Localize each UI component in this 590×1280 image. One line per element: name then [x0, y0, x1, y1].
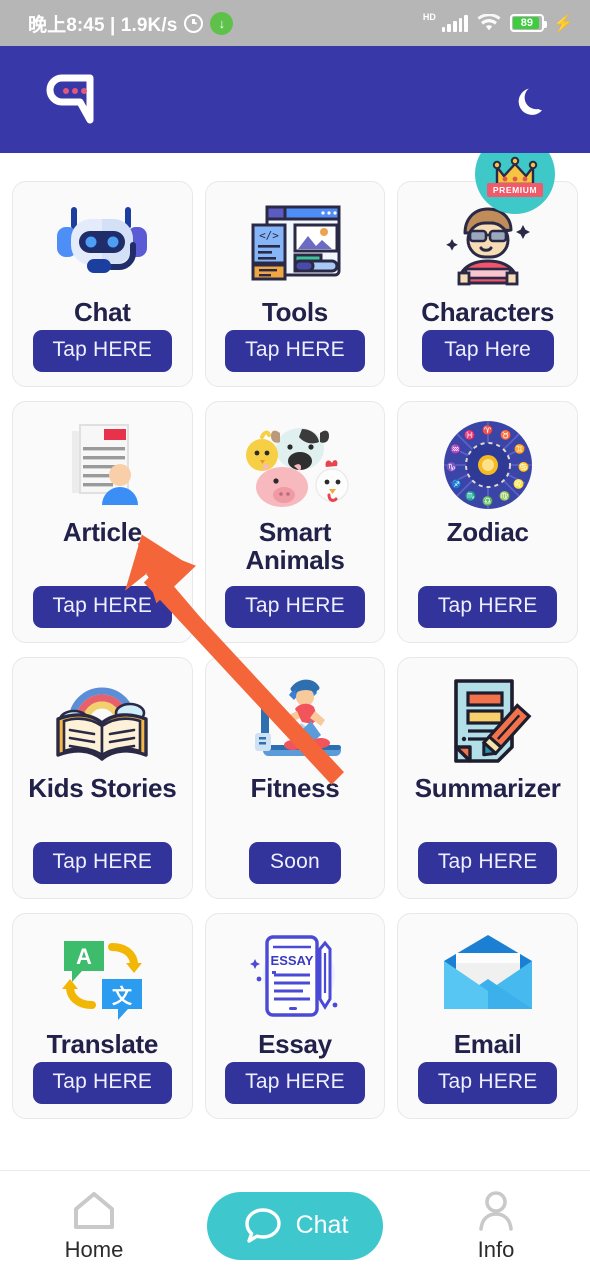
svg-text:</>: </> [259, 229, 279, 242]
translate-bubbles-icon: A 文 [50, 930, 154, 1024]
svg-text:♏: ♏ [465, 490, 476, 501]
zodiac-tap-here-button[interactable]: Tap HERE [417, 586, 558, 628]
alarm-icon [184, 13, 204, 33]
person-icon [479, 1190, 513, 1231]
card-title: Smart Animals [245, 517, 345, 576]
card-title: Characters [421, 297, 555, 327]
essay-pen-icon: ESSAY [243, 930, 347, 1024]
card-title: Tools [262, 297, 328, 327]
chat-tap-here-button[interactable]: Tap HERE [32, 330, 173, 372]
premium-label: PREMIUM [486, 183, 544, 197]
card-smart-animals[interactable]: Smart Animals Tap HERE [204, 401, 386, 643]
document-person-icon [50, 418, 154, 512]
status-bar-right: HD 89 ⚡ [422, 12, 574, 33]
nav-label: Chat [295, 1211, 349, 1239]
card-title: Kids Stories [28, 773, 177, 803]
svg-text:♋: ♋ [518, 461, 529, 472]
card-tools[interactable]: </> {/} Tools [204, 181, 386, 387]
nav-item-info[interactable]: Info [421, 1189, 571, 1263]
card-fitness[interactable]: Fitness Soon [204, 657, 386, 899]
nav-item-home[interactable]: Home [19, 1189, 169, 1263]
card-characters[interactable]: PREMIUM Characters Tap Here [397, 153, 578, 387]
svg-text:♒: ♒ [450, 443, 461, 454]
svg-text:♈: ♈ [482, 424, 493, 435]
web-code-editor-icon: </> {/} [243, 198, 347, 292]
svg-text:♑: ♑ [446, 461, 457, 472]
svg-text:♉: ♉ [500, 429, 511, 440]
robot-headset-icon [43, 198, 161, 292]
status-bar: 晚上8:45 | 1.9K/s ↓ HD 89 ⚡ [0, 0, 590, 46]
bottom-navigation: Home Chat Info [0, 1170, 590, 1280]
card-kids-stories[interactable]: Kids Stories Tap HERE [12, 657, 193, 899]
svg-text:♎: ♎ [482, 495, 493, 506]
essay-tap-here-button[interactable]: Tap HERE [225, 1062, 365, 1104]
card-article[interactable]: Article Tap HERE [12, 401, 193, 643]
svg-text:♍: ♍ [499, 490, 510, 501]
status-time-network: 晚上8:45 | 1.9K/s [28, 14, 178, 36]
app-screen: 晚上8:45 | 1.9K/s ↓ HD 89 ⚡ Chat Tap HERE … [0, 0, 590, 1280]
card-title: Translate [46, 1029, 159, 1059]
card-summarizer[interactable]: Summarizer Tap HERE [397, 657, 578, 899]
charging-bolt-icon: ⚡ [552, 13, 574, 33]
translate-tap-here-button[interactable]: Tap HERE [32, 1062, 173, 1104]
chat-bubble-icon [244, 1207, 281, 1243]
card-title: Essay [258, 1029, 332, 1059]
feature-grid-scroll-area[interactable]: Chat Tap HERE </> Tools Tap HERE PREMIUM… [0, 153, 590, 1170]
farm-animals-icon [232, 418, 358, 512]
app-header [0, 46, 590, 153]
status-bar-left: 晚上8:45 | 1.9K/s ↓ [28, 10, 234, 37]
svg-text:♌: ♌ [513, 478, 524, 489]
home-icon [74, 1191, 114, 1229]
nav-label: Info [477, 1236, 515, 1262]
card-zodiac[interactable]: ♈ ♉ ♊ ♋ ♌ ♍ ♎ ♏ ♐ ♑ ♒ ♓ Zodiac Tap HERE [397, 401, 578, 643]
fitness-soon-button[interactable]: Soon [248, 842, 341, 884]
nav-label: Home [64, 1236, 124, 1262]
summarizer-tap-here-button[interactable]: Tap HERE [417, 842, 558, 884]
svg-text:A: A [76, 944, 92, 969]
card-title: Fitness [250, 773, 340, 803]
envelope-icon [434, 930, 542, 1024]
svg-text:♐: ♐ [451, 478, 462, 489]
document-pencil-icon [436, 674, 540, 768]
battery-percent: 89 [520, 17, 533, 29]
email-tap-here-button[interactable]: Tap HERE [417, 1062, 558, 1104]
open-book-rainbow-icon [46, 674, 158, 768]
card-chat[interactable]: Chat Tap HERE [12, 181, 193, 387]
treadmill-runner-icon [237, 674, 353, 768]
card-title: Zodiac [446, 517, 529, 547]
svg-text:文: 文 [112, 984, 133, 1008]
wifi-icon [477, 13, 501, 30]
article-tap-here-button[interactable]: Tap HERE [32, 586, 173, 628]
card-title: Chat [74, 297, 131, 327]
signal-bars-icon [441, 14, 468, 32]
tools-tap-here-button[interactable]: Tap HERE [225, 330, 365, 372]
nav-item-chat[interactable]: Chat [207, 1191, 383, 1260]
smart-animals-tap-here-button[interactable]: Tap HERE [225, 586, 365, 628]
characters-tap-here-button[interactable]: Tap Here [421, 330, 554, 372]
feature-grid: Chat Tap HERE </> Tools Tap HERE PREMIUM… [12, 153, 578, 1119]
svg-text:♓: ♓ [464, 429, 475, 440]
moon-icon[interactable] [514, 83, 548, 117]
svg-text:♊: ♊ [514, 443, 525, 454]
card-translate[interactable]: A 文 Translate Tap HERE [12, 913, 193, 1119]
kids-stories-tap-here-button[interactable]: Tap HERE [32, 842, 173, 884]
card-essay[interactable]: ESSAY Essay Tap HERE [204, 913, 386, 1119]
download-icon: ↓ [210, 11, 234, 35]
battery-indicator: 89 [509, 14, 547, 32]
card-title: Summarizer [414, 773, 561, 803]
chat-bubble-logo-icon [46, 74, 94, 123]
zodiac-wheel-icon: ♈ ♉ ♊ ♋ ♌ ♍ ♎ ♏ ♐ ♑ ♒ ♓ [441, 418, 535, 512]
card-title: Email [453, 1029, 522, 1059]
hd-label: HD [422, 12, 436, 22]
card-email[interactable]: Email Tap HERE [397, 913, 578, 1119]
svg-text:ESSAY: ESSAY [271, 953, 314, 968]
card-title: Article [62, 517, 142, 547]
